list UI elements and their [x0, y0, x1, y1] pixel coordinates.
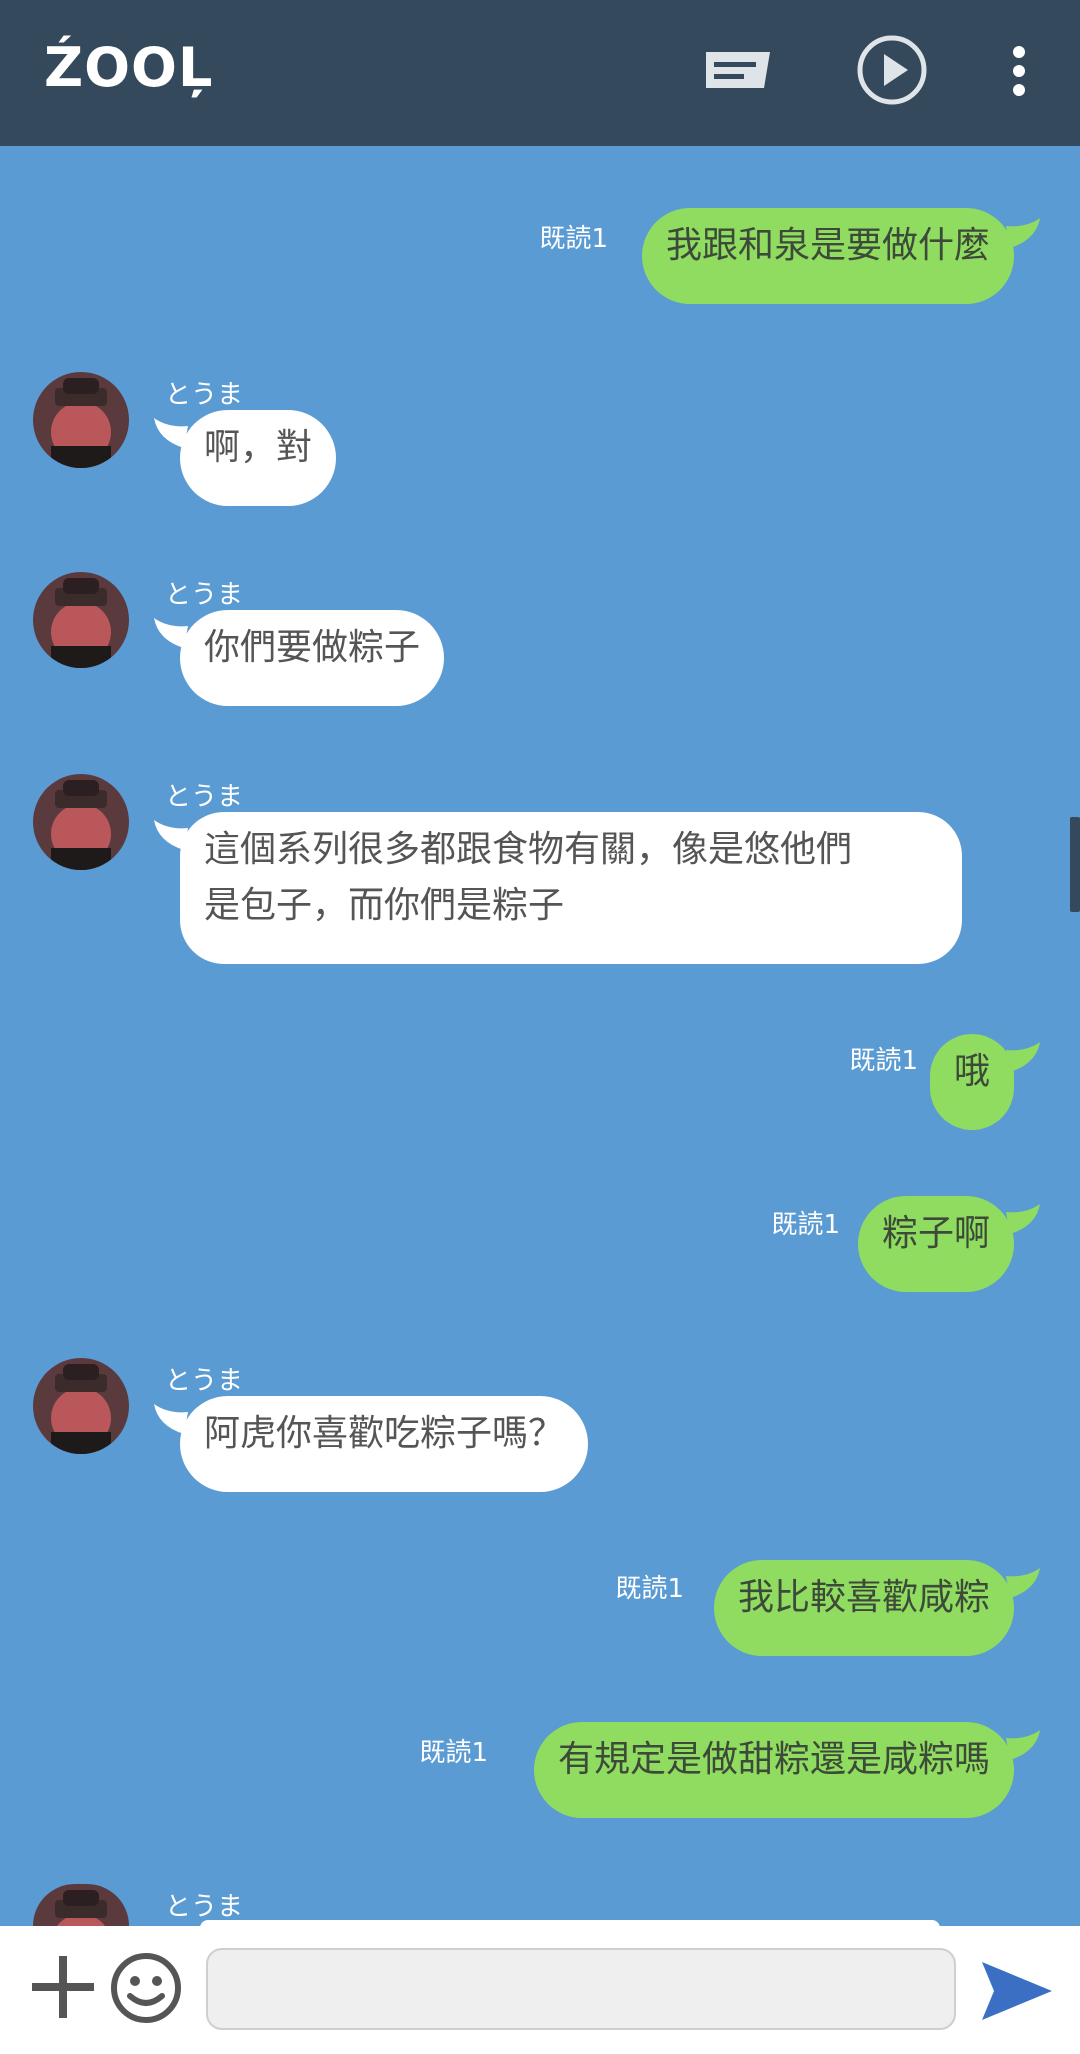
sender-name: とうま: [165, 380, 244, 410]
keyboard-menu-icon[interactable]: [700, 48, 774, 94]
read-receipt: 既読1: [849, 1046, 918, 1076]
message-line: 是包子，而你們是粽子: [204, 885, 565, 926]
incoming-message[interactable]: 阿虎你喜歡吃粽子嗎？: [180, 1396, 589, 1492]
read-receipt: 既読1: [771, 1210, 840, 1240]
more-vert-icon[interactable]: [1008, 46, 1030, 96]
scrollbar-thumb[interactable]: [1070, 817, 1080, 912]
sender-name: とうま: [165, 1366, 244, 1396]
send-icon[interactable]: [980, 1960, 1054, 2022]
composer-bar: [0, 1926, 1080, 2054]
sender-name: とうま: [165, 580, 244, 610]
bubble-tail: [1006, 1204, 1040, 1234]
incoming-message[interactable]: 啊，對: [180, 410, 337, 506]
plus-icon[interactable]: [30, 1954, 96, 2020]
bubble-tail: [1006, 218, 1040, 248]
read-receipt: 既読1: [419, 1738, 488, 1768]
avatar[interactable]: [33, 1358, 129, 1454]
outgoing-message[interactable]: 我比較喜歡咸粽: [713, 1560, 1014, 1656]
sender-name: とうま: [165, 1892, 244, 1922]
incoming-message[interactable]: 你們要做粽子: [180, 610, 445, 706]
outgoing-message[interactable]: 我跟和泉是要做什麼: [641, 208, 1014, 304]
avatar[interactable]: [33, 372, 129, 468]
play-icon[interactable]: [856, 34, 928, 106]
read-receipt: 既読1: [539, 224, 608, 254]
read-receipt: 既読1: [615, 1574, 684, 1604]
outgoing-message[interactable]: 粽子啊: [857, 1196, 1014, 1292]
incoming-message[interactable]: 這個系列很多都跟食物有關，像是悠他們 是包子，而你們是粽子: [180, 812, 962, 964]
avatar[interactable]: [33, 774, 129, 870]
chat-title: ŹOOĻ: [44, 36, 214, 99]
bubble-tail: [1006, 1568, 1040, 1598]
sender-name: とうま: [165, 782, 244, 812]
avatar[interactable]: [33, 572, 129, 668]
outgoing-message[interactable]: 有規定是做甜粽還是咸粽嗎: [533, 1722, 1014, 1818]
chat-header: ŹOOĻ: [0, 0, 1080, 146]
emoji-icon[interactable]: [110, 1952, 182, 2024]
bubble-tail: [1006, 1730, 1040, 1760]
avatar[interactable]: [33, 1884, 129, 1926]
message-line: 這個系列很多都跟食物有關，像是悠他們: [204, 829, 853, 870]
message-input[interactable]: [206, 1948, 956, 2030]
bubble-tail: [1006, 1042, 1040, 1072]
outgoing-message[interactable]: 哦: [929, 1034, 1014, 1130]
